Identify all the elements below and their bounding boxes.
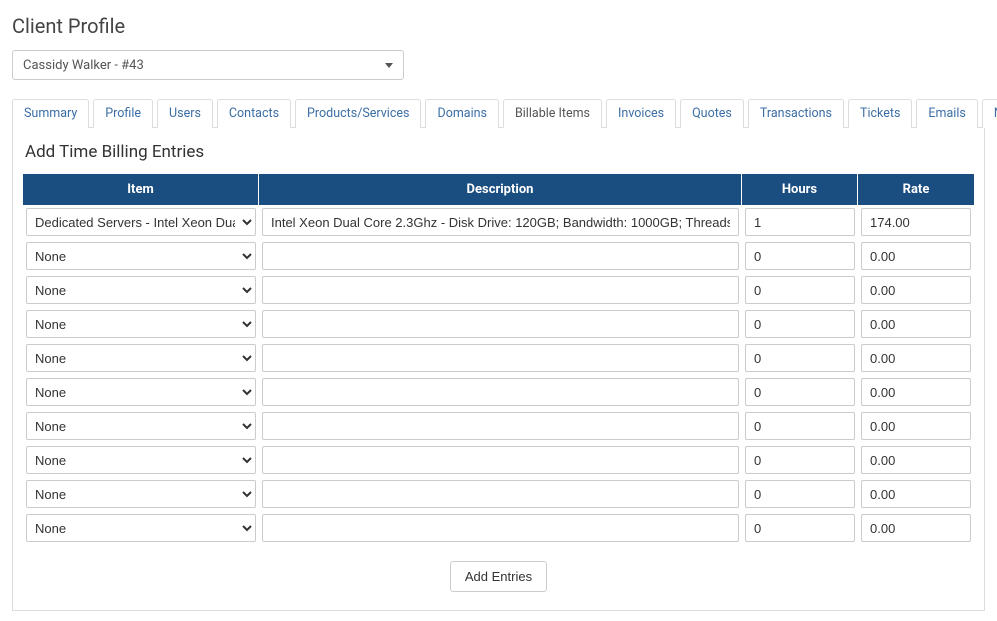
billable-items-panel: Add Time Billing Entries Item Descriptio… [12,128,985,611]
table-header-rate: Rate [858,174,974,205]
description-input[interactable] [262,344,739,372]
hours-input[interactable] [745,310,855,338]
rate-input[interactable] [861,208,971,236]
rate-input[interactable] [861,446,971,474]
panel-heading: Add Time Billing Entries [25,142,974,162]
hours-input[interactable] [745,480,855,508]
item-select[interactable]: None [26,412,256,440]
description-input[interactable] [262,412,739,440]
hours-input[interactable] [745,344,855,372]
table-row: None [23,375,974,409]
tab-quotes[interactable]: Quotes [680,99,744,128]
item-select[interactable]: None [26,310,256,338]
tab-tickets[interactable]: Tickets [848,99,912,128]
table-row: Dedicated Servers - Intel Xeon Dual Core [23,205,974,239]
rate-input[interactable] [861,344,971,372]
tab-products-services[interactable]: Products/Services [295,99,421,128]
item-select[interactable]: None [26,242,256,270]
description-input[interactable] [262,480,739,508]
rate-input[interactable] [861,480,971,508]
rate-input[interactable] [861,514,971,542]
description-input[interactable] [262,276,739,304]
rate-input[interactable] [861,242,971,270]
table-row: None [23,409,974,443]
table-row: None [23,239,974,273]
description-input[interactable] [262,446,739,474]
table-row: None [23,341,974,375]
tab-transactions[interactable]: Transactions [748,99,844,128]
tab-invoices[interactable]: Invoices [606,99,676,128]
description-input[interactable] [262,242,739,270]
rate-input[interactable] [861,276,971,304]
hours-input[interactable] [745,446,855,474]
tab-bar: SummaryProfileUsersContactsProducts/Serv… [12,98,985,128]
tab-contacts[interactable]: Contacts [217,99,291,128]
tab-users[interactable]: Users [157,99,213,128]
tab-billable-items[interactable]: Billable Items [503,99,602,128]
table-row: None [23,273,974,307]
tab-emails[interactable]: Emails [916,99,977,128]
table-header-hours: Hours [742,174,858,205]
hours-input[interactable] [745,242,855,270]
tab-summary[interactable]: Summary [12,99,89,128]
hours-input[interactable] [745,378,855,406]
rate-input[interactable] [861,378,971,406]
item-select[interactable]: None [26,480,256,508]
tab-profile[interactable]: Profile [93,99,153,128]
table-header-item: Item [23,174,259,205]
tab-notes-0[interactable]: Notes (0) [982,99,997,128]
billing-entries-table: Item Description Hours Rate Dedicated Se… [23,174,974,545]
item-select[interactable]: None [26,378,256,406]
hours-input[interactable] [745,276,855,304]
caret-down-icon [385,63,393,68]
description-input[interactable] [262,514,739,542]
table-row: None [23,443,974,477]
table-row: None [23,477,974,511]
item-select[interactable]: None [26,514,256,542]
description-input[interactable] [262,378,739,406]
hours-input[interactable] [745,208,855,236]
client-selector-value: Cassidy Walker - #43 [23,58,144,73]
table-row: None [23,307,974,341]
rate-input[interactable] [861,310,971,338]
table-header-description: Description [259,174,742,205]
item-select[interactable]: None [26,276,256,304]
hours-input[interactable] [745,412,855,440]
client-selector[interactable]: Cassidy Walker - #43 [12,50,404,80]
table-row: None [23,511,974,545]
description-input[interactable] [262,208,739,236]
page-title: Client Profile [12,14,985,38]
add-entries-button[interactable]: Add Entries [450,561,547,592]
item-select[interactable]: Dedicated Servers - Intel Xeon Dual Core [26,208,256,236]
description-input[interactable] [262,310,739,338]
rate-input[interactable] [861,412,971,440]
hours-input[interactable] [745,514,855,542]
item-select[interactable]: None [26,344,256,372]
tab-domains[interactable]: Domains [425,99,499,128]
item-select[interactable]: None [26,446,256,474]
